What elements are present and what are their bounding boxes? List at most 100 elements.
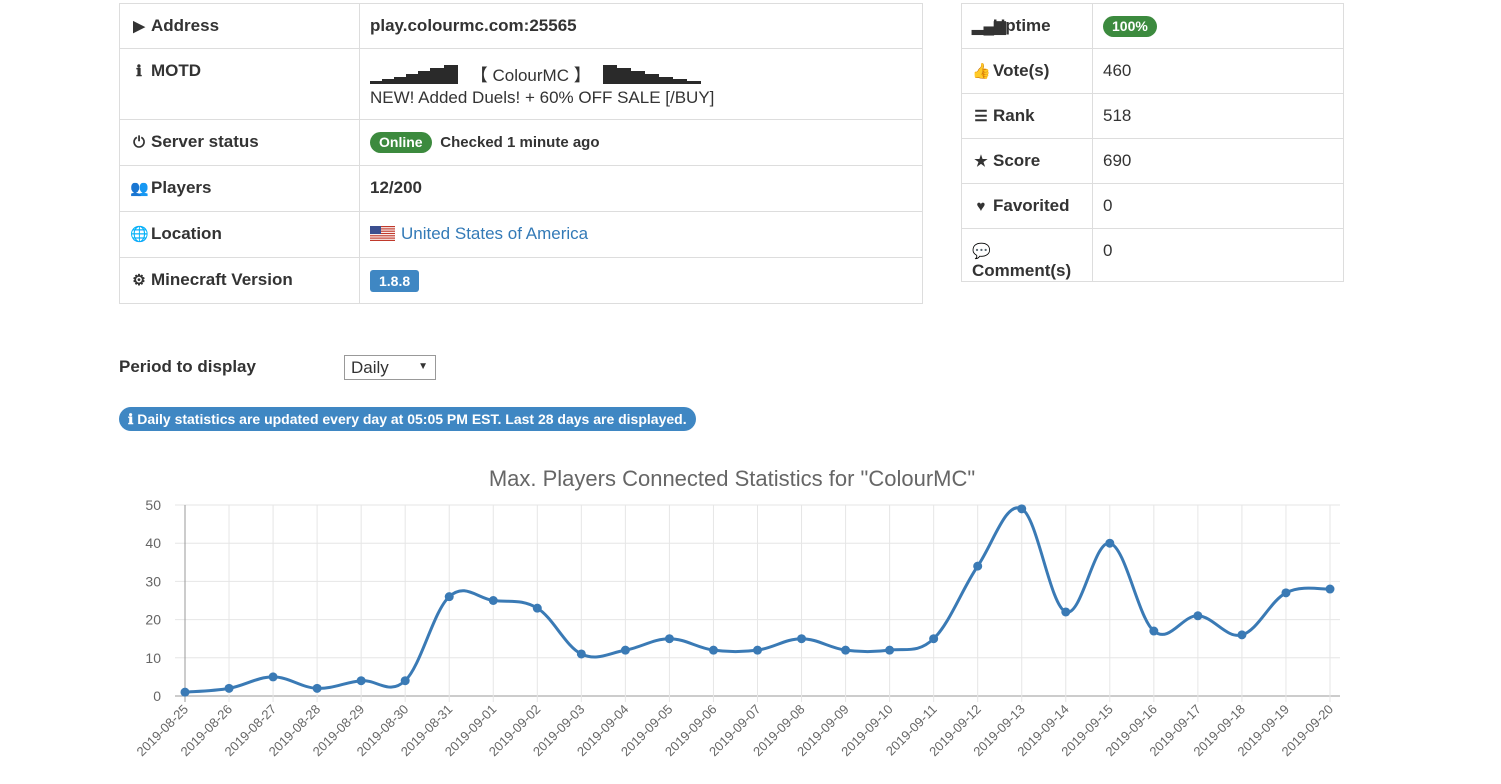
period-select[interactable]: Daily ▼ — [344, 355, 436, 380]
favorited-value: 0 — [1092, 183, 1344, 229]
data-point[interactable] — [1325, 584, 1335, 594]
votes-value: 460 — [1092, 48, 1344, 94]
data-point[interactable] — [356, 676, 366, 686]
motd-line-1: 【 ColourMC 】 — [370, 61, 912, 86]
globe-icon: 🌐 — [130, 226, 149, 243]
score-label: Score — [993, 151, 1041, 170]
chart-y-ticks: 0 10 20 30 40 50 — [145, 497, 161, 704]
y-tick-label: 20 — [145, 612, 161, 628]
motd-server-name: 【 ColourMC 】 — [470, 66, 591, 85]
info-circle-icon: ℹ — [128, 411, 134, 427]
score-label-cell: ★ Score — [961, 138, 1093, 184]
address-value-cell: play.colourmc.com:25565 — [359, 3, 923, 49]
score-value: 690 — [1092, 138, 1344, 184]
data-point[interactable] — [929, 634, 939, 644]
data-point[interactable] — [1193, 611, 1203, 621]
version-row: ⚙ Minecraft Version 1.8.8 — [119, 257, 923, 304]
rank-row: ☰ Rank 518 — [961, 93, 1344, 139]
chart-x-ticks: 2019-08-252019-08-262019-08-272019-08-28… — [133, 702, 1336, 760]
data-point[interactable] — [576, 649, 586, 659]
data-point[interactable] — [753, 645, 762, 655]
favorited-label-cell: ♥ Favorited — [961, 183, 1093, 229]
data-point[interactable] — [1061, 607, 1071, 617]
data-point[interactable] — [224, 683, 234, 693]
players-row: 👥 Players 12/200 — [119, 165, 923, 212]
data-point[interactable] — [1281, 588, 1291, 598]
players-label: Players — [151, 178, 212, 197]
data-point[interactable] — [664, 634, 674, 644]
us-flag-icon — [370, 226, 395, 241]
rank-value: 518 — [1092, 93, 1344, 139]
address-label: Address — [151, 16, 220, 35]
y-tick-label: 10 — [145, 650, 161, 666]
data-point[interactable] — [1237, 630, 1247, 640]
motd-line-2: NEW! Added Duels! + 60% OFF SALE [/BUY] — [370, 88, 715, 107]
uptime-row: ▂▄▆Uptime 100% — [961, 3, 1344, 49]
data-point[interactable] — [973, 561, 983, 571]
y-tick-label: 50 — [145, 497, 161, 513]
data-point[interactable] — [1105, 538, 1115, 548]
data-point[interactable] — [1149, 626, 1159, 636]
address-value[interactable]: play.colourmc.com:25565 — [370, 16, 577, 35]
data-point[interactable] — [797, 634, 807, 644]
online-badge: Online — [370, 132, 432, 153]
max-players-chart: Max. Players Connected Statistics for "C… — [133, 466, 1340, 760]
power-icon: ⏻ — [133, 134, 145, 151]
period-label: Period to display — [119, 357, 256, 376]
score-row: ★ Score 690 — [961, 138, 1344, 184]
period-selected-value: Daily — [351, 358, 389, 377]
votes-label-cell: 👍 Vote(s) — [961, 48, 1093, 94]
thumbs-up-icon: 👍 — [972, 63, 991, 80]
ordered-list-icon: ☰ — [974, 108, 988, 125]
play-icon: ▶ — [133, 18, 145, 35]
rank-label: Rank — [993, 106, 1035, 125]
data-point[interactable] — [400, 676, 410, 686]
comments-label: Comment(s) — [972, 261, 1072, 280]
uptime-value-cell: 100% — [1092, 3, 1344, 49]
info-circle-icon: ℹ — [136, 63, 142, 80]
y-tick-label: 40 — [145, 535, 161, 551]
chart-grid — [175, 504, 1340, 702]
favorited-row: ♥ Favorited 0 — [961, 183, 1344, 229]
checked-text: Checked 1 minute ago — [440, 134, 600, 151]
data-point[interactable] — [708, 645, 718, 655]
location-row: 🌐 Location United States of America — [119, 211, 923, 258]
address-row: ▶ Address play.colourmc.com:25565 — [119, 3, 923, 49]
motd-row: ℹ MOTD 【 ColourMC 】 NEW! Added Duels! + 6… — [119, 48, 923, 120]
version-value-cell: 1.8.8 — [359, 257, 923, 304]
version-label: Minecraft Version — [151, 270, 293, 289]
motd-value-cell: 【 ColourMC 】 NEW! Added Duels! + 60% OFF… — [359, 48, 923, 120]
gear-icon: ⚙ — [132, 272, 146, 289]
status-label-cell: ⏻ Server status — [119, 119, 360, 166]
players-label-cell: 👥 Players — [119, 165, 360, 212]
data-point[interactable] — [444, 592, 454, 602]
comments-row: 💬Comment(s) 0 — [961, 228, 1344, 282]
status-value-cell: Online Checked 1 minute ago — [359, 119, 923, 166]
data-point[interactable] — [312, 683, 322, 693]
uptime-label: Uptime — [993, 16, 1051, 35]
motd-label-cell: ℹ MOTD — [119, 48, 360, 120]
comments-value: 0 — [1092, 228, 1344, 282]
comments-icon: 💬 — [972, 243, 991, 260]
data-point[interactable] — [532, 603, 542, 613]
data-point[interactable] — [268, 672, 278, 682]
address-label-cell: ▶ Address — [119, 3, 360, 49]
data-point[interactable] — [488, 596, 498, 605]
daily-info-text: Daily statistics are updated every day a… — [137, 411, 687, 427]
data-point[interactable] — [180, 687, 190, 697]
y-tick-label: 0 — [153, 688, 161, 704]
uptime-label-cell: ▂▄▆Uptime — [961, 3, 1093, 49]
data-point[interactable] — [1017, 504, 1027, 514]
users-icon: 👥 — [130, 180, 149, 197]
data-point[interactable] — [885, 645, 895, 655]
data-point[interactable] — [620, 645, 630, 655]
location-link[interactable]: United States of America — [401, 224, 588, 243]
caret-down-icon: ▼ — [418, 361, 428, 372]
star-icon: ★ — [974, 153, 988, 170]
players-value-cell: 12/200 — [359, 165, 923, 212]
chart-title: Max. Players Connected Statistics for "C… — [489, 466, 975, 491]
votes-label: Vote(s) — [993, 61, 1050, 80]
y-tick-label: 30 — [145, 573, 161, 589]
data-point[interactable] — [841, 645, 851, 655]
location-value-cell: United States of America — [359, 211, 923, 258]
